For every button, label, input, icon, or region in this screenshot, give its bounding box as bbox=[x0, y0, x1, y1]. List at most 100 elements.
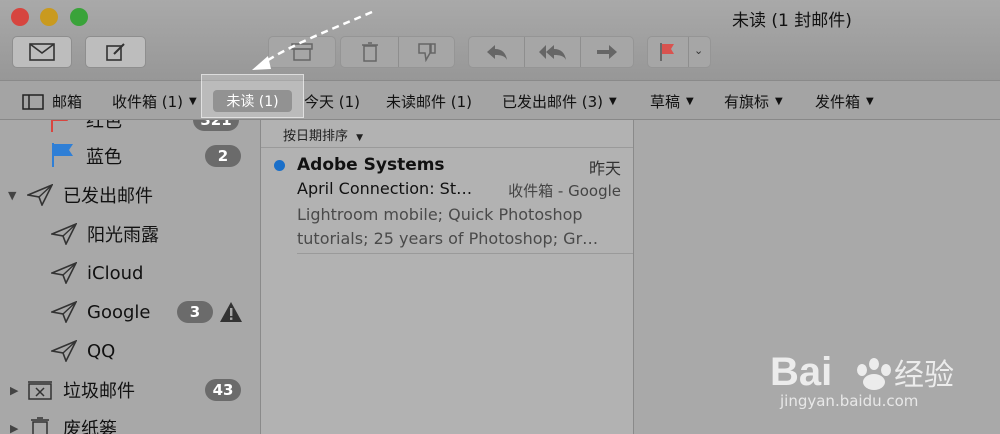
sidebar-item-label: 垃圾邮件 bbox=[63, 381, 135, 402]
favorite-inbox[interactable]: 收件箱 (1) ▼ bbox=[112, 91, 197, 112]
logo-text: Bai bbox=[770, 350, 832, 394]
message-date: 昨天 bbox=[588, 159, 621, 178]
sidebar-item-label: QQ bbox=[87, 340, 116, 362]
unread-count-badge: 43 bbox=[205, 379, 241, 401]
reply-icon bbox=[486, 45, 507, 60]
archive-icon bbox=[291, 43, 313, 61]
junk-button[interactable] bbox=[399, 37, 454, 67]
chevron-down-icon: ▼ bbox=[609, 96, 617, 107]
archive-button[interactable] bbox=[268, 36, 336, 68]
paper-plane-icon bbox=[51, 262, 77, 284]
sidebar-item-junk[interactable]: ▶ 垃圾邮件 43 bbox=[0, 372, 260, 408]
delete-button[interactable] bbox=[341, 37, 398, 67]
sidebar-item-label: 红色 bbox=[86, 120, 122, 132]
unread-count-badge: 321 bbox=[193, 120, 239, 131]
trash-icon bbox=[361, 42, 378, 62]
disclosure-expanded-icon[interactable]: ▼ bbox=[8, 189, 16, 202]
divider bbox=[261, 147, 633, 148]
red-flag-icon bbox=[51, 120, 68, 132]
favorite-outbox-label: 发件箱 bbox=[815, 93, 861, 111]
favorites-bar: 邮箱 收件箱 (1) ▼ 未读 (1) 今天 (1) 未读邮件 (1) 已发出邮… bbox=[0, 80, 1000, 120]
sidebar-item-label: 蓝色 bbox=[86, 147, 122, 168]
flag-menu-button[interactable]: ⌄ bbox=[647, 36, 711, 68]
unread-indicator bbox=[274, 160, 285, 171]
chevron-down-icon: ▼ bbox=[356, 133, 364, 143]
favorite-sent[interactable]: 已发出邮件 (3) ▼ bbox=[502, 91, 617, 112]
forward-button[interactable] bbox=[581, 37, 633, 67]
favorite-today[interactable]: 今天 (1) bbox=[304, 91, 360, 112]
trash-icon bbox=[31, 417, 49, 434]
sidebar-item-label: iCloud bbox=[87, 262, 144, 284]
unread-count-badge: 2 bbox=[205, 145, 241, 167]
favorite-sent-label: 已发出邮件 (3) bbox=[502, 93, 604, 111]
message-list: 按日期排序 ▼ Adobe Systems 昨天 April Connectio… bbox=[261, 120, 634, 434]
sidebar-item-sent[interactable]: ▼ 已发出邮件 bbox=[0, 177, 260, 213]
sidebar-item-sent-account[interactable]: Google 3 bbox=[0, 294, 260, 330]
sidebar-item-sent-account[interactable]: iCloud bbox=[0, 255, 260, 291]
favorite-unread-mail[interactable]: 未读邮件 (1) bbox=[386, 91, 472, 112]
chevron-down-icon: ⌄ bbox=[694, 44, 704, 57]
favorite-flagged[interactable]: 有旗标 ▼ bbox=[724, 91, 783, 112]
sidebar-icon bbox=[22, 93, 44, 110]
sidebar-item-label: 废纸篓 bbox=[63, 419, 117, 434]
flag-icon bbox=[660, 43, 674, 61]
message-sender: Adobe Systems bbox=[297, 155, 445, 175]
favorite-outbox[interactable]: 发件箱 ▼ bbox=[815, 91, 874, 112]
window-toolbar: 未读 (1 封邮件) ⌄ bbox=[0, 0, 1000, 80]
unread-count-badge: 3 bbox=[177, 301, 213, 323]
window-title: 未读 (1 封邮件) bbox=[732, 11, 852, 31]
close-window-button[interactable] bbox=[11, 8, 29, 26]
chevron-down-icon: ▼ bbox=[686, 96, 694, 107]
favorite-drafts[interactable]: 草稿 ▼ bbox=[650, 91, 694, 112]
favorite-today-label: 今天 (1) bbox=[304, 93, 361, 111]
divider bbox=[297, 253, 633, 254]
sidebar-item-trash[interactable]: ▶ 废纸篓 bbox=[0, 410, 260, 434]
thumbs-down-icon bbox=[417, 43, 436, 62]
sort-menu[interactable]: 按日期排序 ▼ bbox=[283, 125, 363, 144]
sidebar-item-red[interactable]: 红色 321 bbox=[0, 120, 260, 138]
sidebar-item-label: Google bbox=[87, 301, 151, 323]
annotation-highlight bbox=[201, 74, 304, 118]
reply-all-icon bbox=[538, 45, 566, 60]
message-subject: April Connection: St… bbox=[297, 179, 473, 198]
disclosure-collapsed-icon[interactable]: ▶ bbox=[10, 422, 18, 434]
chevron-down-icon: ▼ bbox=[189, 96, 197, 107]
sidebar-item-label: 阳光雨露 bbox=[87, 225, 159, 246]
message-preview: Lightroom mobile; Quick Photoshop tutori… bbox=[297, 205, 599, 248]
mailboxes-toggle[interactable]: 邮箱 bbox=[22, 91, 82, 112]
message-mailbox: 收件箱 - Google bbox=[508, 182, 621, 200]
sidebar-item-blue[interactable]: 蓝色 2 bbox=[0, 138, 260, 174]
disclosure-collapsed-icon[interactable]: ▶ bbox=[10, 384, 18, 397]
favorite-unread-mail-label: 未读邮件 (1) bbox=[386, 93, 473, 111]
favorite-inbox-label: 收件箱 (1) bbox=[112, 93, 184, 111]
chevron-down-icon: ▼ bbox=[866, 96, 874, 107]
mailboxes-label: 邮箱 bbox=[52, 93, 83, 111]
envelope-icon bbox=[29, 43, 55, 61]
mailbox-sidebar: 红色 321 蓝色 2 ▼ 已发出邮件 阳光雨露 iCloud Google 3… bbox=[0, 120, 261, 434]
reply-all-button[interactable] bbox=[525, 37, 580, 67]
sort-label: 按日期排序 bbox=[283, 129, 349, 144]
chevron-down-icon: ▼ bbox=[775, 96, 783, 107]
favorite-flagged-label: 有旗标 bbox=[724, 93, 770, 111]
compose-icon bbox=[105, 43, 125, 61]
zoom-window-button[interactable] bbox=[70, 8, 88, 26]
watermark-url: jingyan.baidu.com bbox=[780, 392, 919, 410]
reply-button[interactable] bbox=[469, 37, 524, 67]
get-mail-button[interactable] bbox=[12, 36, 72, 68]
paper-plane-icon bbox=[27, 184, 53, 206]
sidebar-item-sent-account[interactable]: 阳光雨露 bbox=[0, 216, 260, 252]
minimize-window-button[interactable] bbox=[40, 8, 58, 26]
logo-cn-text: 经验 bbox=[894, 358, 954, 393]
junk-box-icon bbox=[28, 381, 52, 400]
sidebar-item-label: 已发出邮件 bbox=[63, 186, 153, 207]
reply-segment bbox=[468, 36, 634, 68]
sidebar-item-sent-account[interactable]: QQ bbox=[0, 333, 260, 369]
favorite-drafts-label: 草稿 bbox=[650, 93, 681, 111]
forward-icon bbox=[597, 45, 617, 59]
warning-icon[interactable] bbox=[219, 301, 243, 323]
blue-flag-icon bbox=[52, 143, 73, 167]
paper-plane-icon bbox=[51, 340, 77, 362]
compose-button[interactable] bbox=[85, 36, 146, 68]
paper-plane-icon bbox=[51, 223, 77, 245]
paper-plane-icon bbox=[51, 301, 77, 323]
